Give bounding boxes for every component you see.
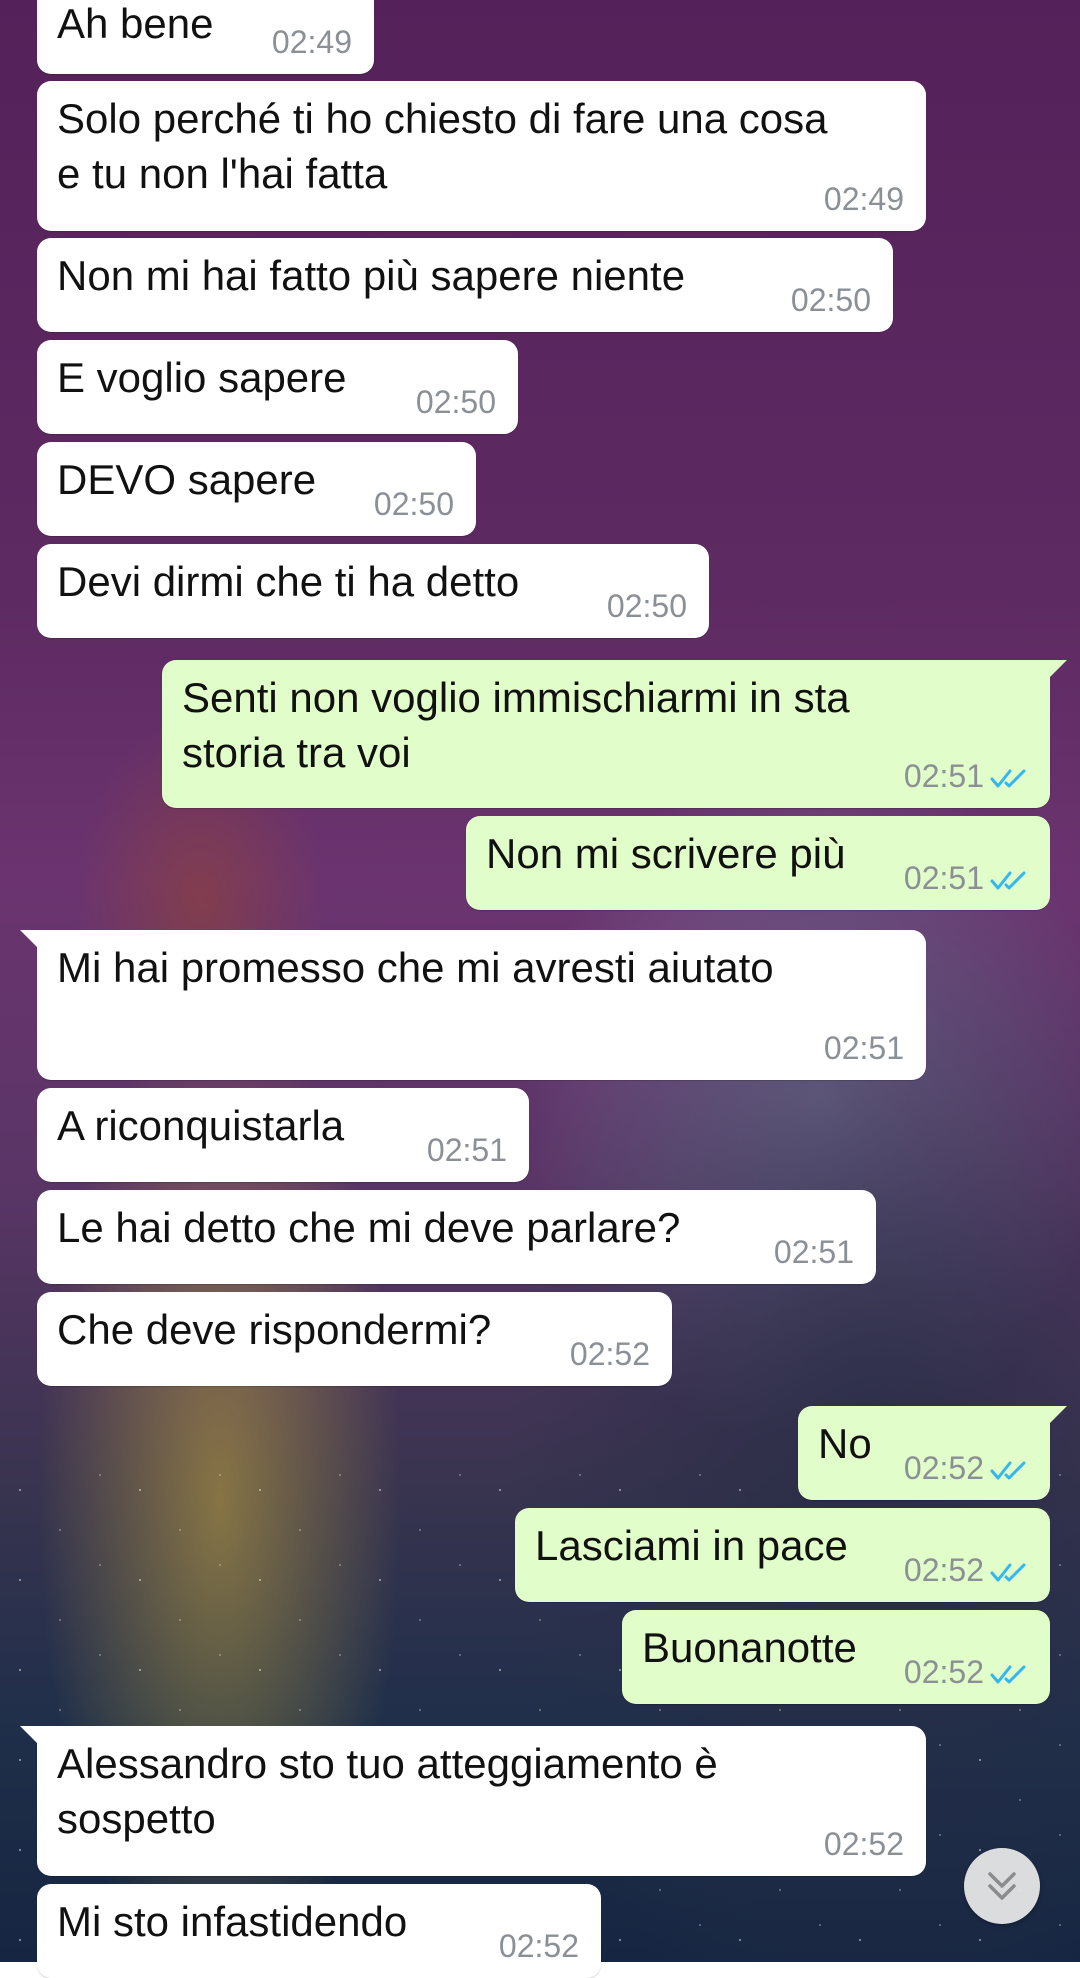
message-text: A riconquistarla <box>57 1102 345 1149</box>
message-text: No <box>818 1420 872 1467</box>
message-time: 02:50 <box>606 588 687 624</box>
message-text: Devi dirmi che ti ha detto <box>57 558 520 605</box>
message-text: Senti non voglio immischiarmi in sta sto… <box>182 674 850 776</box>
double-check-icon <box>990 1563 1026 1582</box>
message-time: 02:50 <box>790 282 871 318</box>
message-text: Le hai detto che mi deve parlare? <box>57 1204 681 1251</box>
double-check-icon <box>990 1461 1026 1480</box>
message-time: 02:51 <box>426 1132 507 1168</box>
message-outgoing[interactable]: Buonanotte 02:52 <box>622 1610 1050 1704</box>
message-time: 02:50 <box>415 384 496 420</box>
message-time: 02:52 <box>498 1928 579 1964</box>
double-check-icon <box>990 769 1026 788</box>
message-text: E voglio sapere <box>57 354 347 401</box>
message-time: 02:51 <box>773 1234 854 1270</box>
message-text: Alessandro sto tuo atteggiamento è sospe… <box>57 1740 718 1842</box>
message-incoming[interactable]: A riconquistarla 02:51 <box>37 1088 529 1182</box>
message-incoming[interactable]: DEVO sapere 02:50 <box>37 442 476 536</box>
message-incoming[interactable]: Non mi hai fatto più sapere niente 02:50 <box>37 238 893 332</box>
message-time: 02:49 <box>823 181 904 217</box>
message-text: Non mi scrivere più <box>486 830 846 877</box>
message-time: 02:51 <box>903 758 984 794</box>
message-text: Che deve rispondermi? <box>57 1306 492 1353</box>
message-time: 02:52 <box>823 1826 904 1862</box>
message-time: 02:52 <box>903 1552 984 1588</box>
message-text: Lasciami in pace <box>535 1522 848 1569</box>
message-text: DEVO sapere <box>57 456 317 503</box>
message-text: Mi hai promesso che mi avresti aiutato <box>57 944 774 991</box>
message-outgoing[interactable]: No 02:52 <box>798 1406 1067 1500</box>
message-incoming[interactable]: Devi dirmi che ti ha detto 02:50 <box>37 544 709 638</box>
message-text: Buonanotte <box>642 1624 857 1671</box>
message-incoming[interactable]: Ah bene 02:49 <box>37 0 374 74</box>
message-incoming[interactable]: E voglio sapere 02:50 <box>37 340 518 434</box>
message-time: 02:51 <box>903 860 984 896</box>
message-incoming[interactable]: Solo perché ti ho chiesto di fare una co… <box>37 81 926 231</box>
message-incoming[interactable]: Mi sto infastidendo 02:52 <box>37 1884 601 1978</box>
message-incoming[interactable]: Alessandro sto tuo atteggiamento è sospe… <box>20 1726 926 1876</box>
message-text: Non mi hai fatto più sapere niente <box>57 252 686 299</box>
message-time: 02:51 <box>823 1030 904 1066</box>
message-text: Solo perché ti ho chiesto di fare una co… <box>57 95 828 197</box>
double-chevron-down-icon <box>988 1872 1016 1900</box>
message-time: 02:52 <box>903 1654 984 1690</box>
message-text: Mi sto infastidendo <box>57 1898 408 1945</box>
message-incoming[interactable]: Che deve rispondermi? 02:52 <box>37 1292 672 1386</box>
message-time: 02:50 <box>373 486 454 522</box>
double-check-icon <box>990 1665 1026 1684</box>
message-outgoing[interactable]: Lasciami in pace 02:52 <box>515 1508 1050 1602</box>
message-outgoing[interactable]: Senti non voglio immischiarmi in sta sto… <box>162 660 1067 808</box>
message-text: Ah bene <box>57 0 214 47</box>
message-time: 02:49 <box>271 24 352 60</box>
message-time: 02:52 <box>903 1450 984 1486</box>
double-check-icon <box>990 871 1026 890</box>
scroll-to-bottom-button[interactable] <box>964 1848 1040 1924</box>
message-incoming[interactable]: Mi hai promesso che mi avresti aiutato 0… <box>20 930 926 1080</box>
message-incoming[interactable]: Le hai detto che mi deve parlare? 02:51 <box>37 1190 876 1284</box>
message-list[interactable]: Ah bene 02:49 Solo perché ti ho chiesto … <box>0 0 1080 1978</box>
message-outgoing[interactable]: Non mi scrivere più 02:51 <box>466 816 1050 910</box>
message-time: 02:52 <box>569 1336 650 1372</box>
